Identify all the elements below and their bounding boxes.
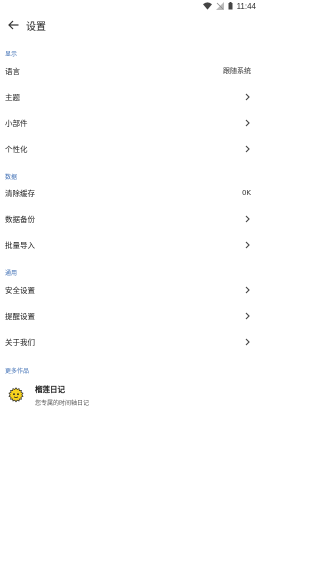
app-bar: 设置	[0, 12, 261, 38]
row-label: 安全设置	[5, 285, 35, 295]
settings-row-widget[interactable]: 小部件	[0, 110, 261, 136]
status-time: 11:44	[236, 1, 256, 11]
promo-text: 榴莲日记 您专属的时间轴日记	[35, 384, 89, 407]
wifi-icon	[202, 2, 212, 10]
page-title: 设置	[26, 21, 46, 33]
settings-row-clear-cache[interactable]: 清除缓存 0K	[0, 180, 261, 206]
settings-row-reminder[interactable]: 提醒设置	[0, 303, 261, 329]
settings-row-theme[interactable]: 主题	[0, 84, 261, 110]
chevron-right-icon	[243, 215, 251, 223]
section-header-general: 通用	[5, 270, 18, 277]
row-label: 批量导入	[5, 240, 35, 250]
row-label: 语言	[5, 66, 20, 76]
settings-row-personalize[interactable]: 个性化	[0, 136, 261, 162]
settings-row-security[interactable]: 安全设置	[0, 277, 261, 303]
settings-row-about[interactable]: 关于我们	[0, 329, 261, 355]
durian-logo-icon	[8, 387, 24, 403]
row-label: 个性化	[5, 144, 28, 154]
row-value: 跟随系统	[223, 67, 251, 75]
status-bar: 11:44	[0, 0, 261, 12]
battery-icon	[228, 2, 233, 10]
settings-row-language[interactable]: 语言 跟随系统	[0, 58, 261, 84]
row-label: 主题	[5, 92, 20, 102]
row-label: 小部件	[5, 118, 28, 128]
settings-row-batch-import[interactable]: 批量导入	[0, 232, 261, 258]
chevron-right-icon	[243, 338, 251, 346]
promo-app-name: 榴莲日记	[35, 384, 65, 394]
row-value: 0K	[241, 189, 251, 197]
chevron-right-icon	[243, 286, 251, 294]
chevron-right-icon	[243, 145, 251, 153]
arrow-left-icon	[7, 20, 18, 30]
signal-icon	[215, 2, 224, 10]
section-header-display: 显示	[5, 51, 18, 58]
promo-app-item[interactable]: 榴莲日记 您专属的时间轴日记	[0, 378, 261, 412]
row-label: 关于我们	[5, 337, 35, 347]
settings-row-backup[interactable]: 数据备份	[0, 206, 261, 232]
row-label: 数据备份	[5, 214, 35, 224]
back-button[interactable]	[2, 14, 24, 36]
chevron-right-icon	[243, 93, 251, 101]
section-header-more: 更多作品	[5, 368, 30, 375]
row-label: 提醒设置	[5, 311, 35, 321]
promo-app-description: 您专属的时间轴日记	[35, 399, 90, 407]
chevron-right-icon	[243, 119, 251, 127]
chevron-right-icon	[243, 312, 251, 320]
row-label: 清除缓存	[5, 188, 35, 198]
chevron-right-icon	[243, 241, 251, 249]
